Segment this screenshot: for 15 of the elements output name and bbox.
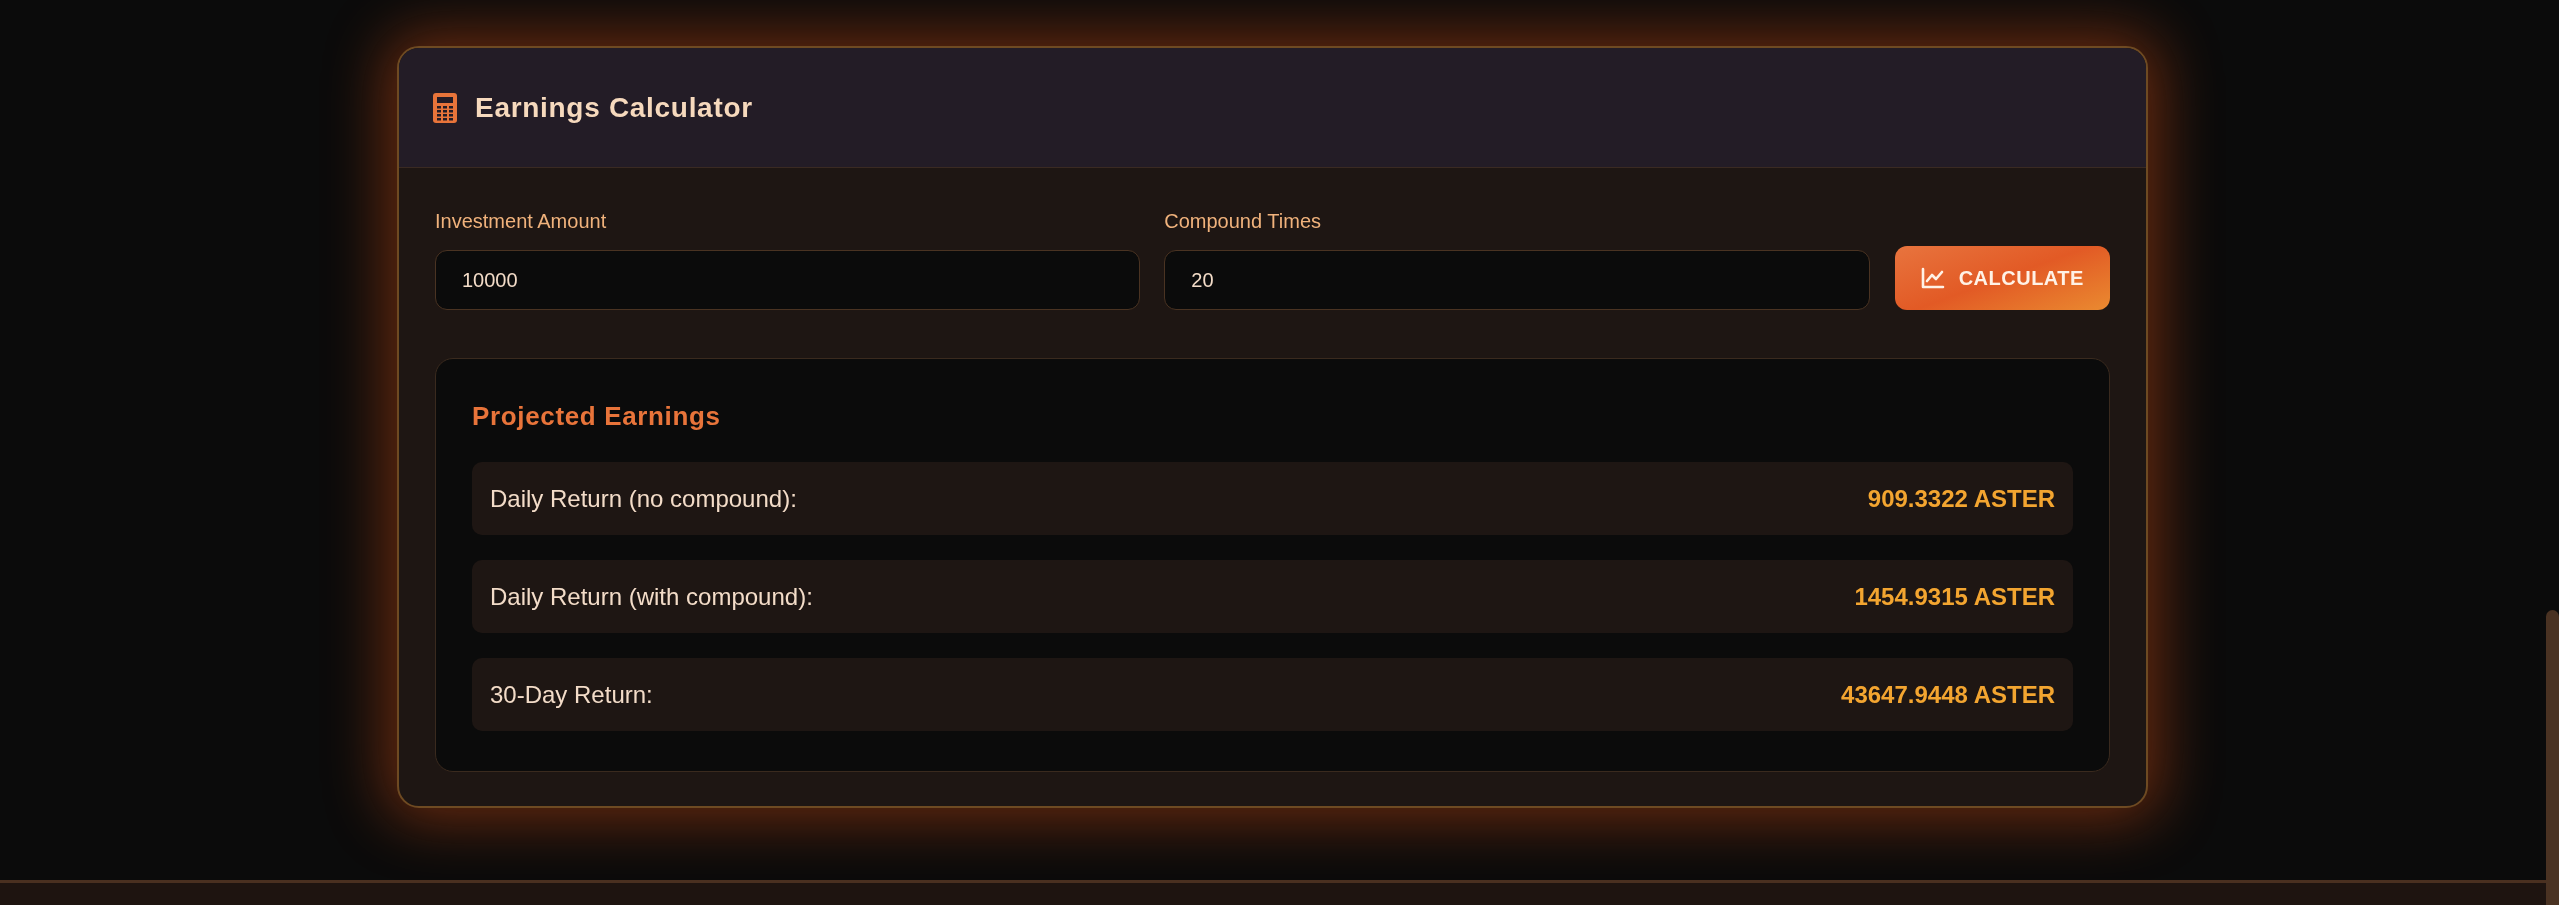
calculator-icon	[433, 92, 457, 123]
field-label: Compound Times	[1164, 209, 1322, 234]
scrollbar-thumb[interactable]	[2546, 610, 2559, 905]
result-label: Daily Return (with compound):	[490, 581, 813, 612]
result-value: 43647.9448 ASTER	[1841, 679, 2055, 710]
result-value: 909.3322 ASTER	[1867, 483, 2055, 514]
result-value: 1454.9315 ASTER	[1854, 581, 2055, 612]
input-field[interactable]: 20	[1164, 250, 1870, 310]
results-title: Projected Earnings	[472, 400, 722, 433]
field-label: Investment Amount	[435, 209, 608, 234]
result-label: 30-Day Return:	[490, 679, 653, 710]
result-label: Daily Return (no compound):	[490, 483, 797, 514]
chart-icon	[1920, 267, 1945, 289]
card-title: Earnings Calculator	[475, 90, 753, 125]
input-field[interactable]: 10000	[435, 250, 1141, 310]
